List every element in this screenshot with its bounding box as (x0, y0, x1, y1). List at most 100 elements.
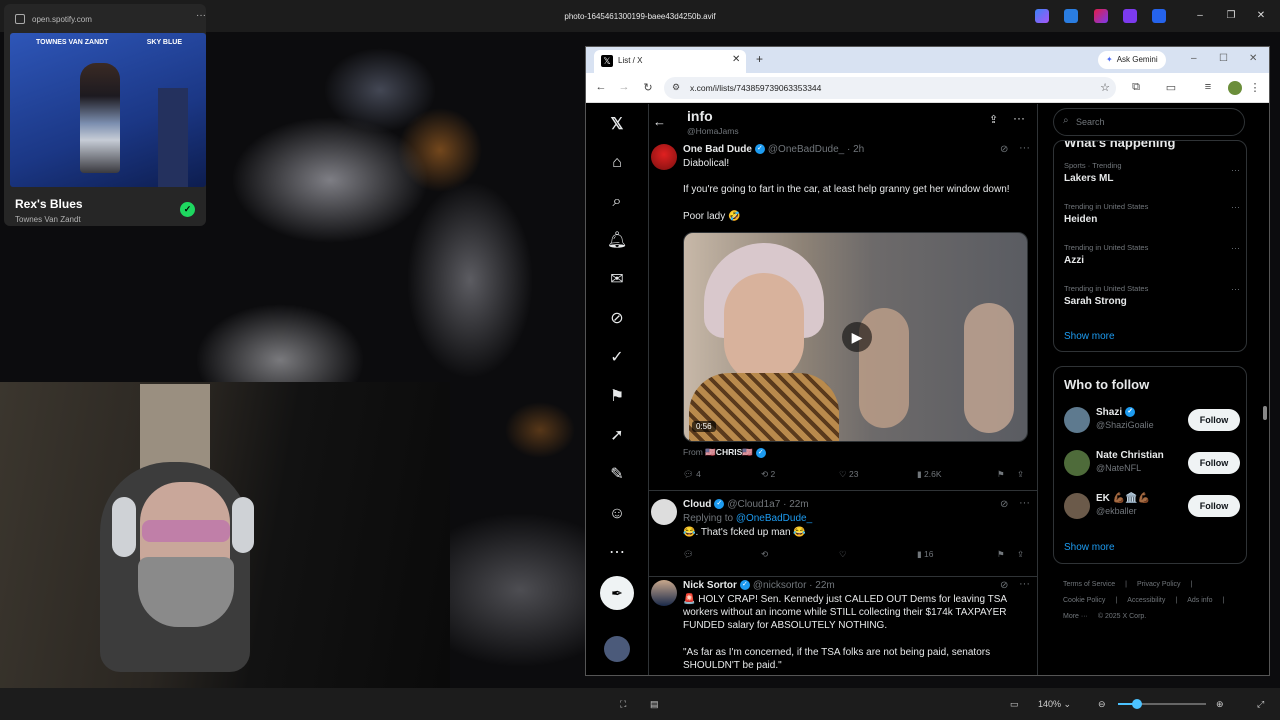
extensions-icon[interactable]: ⧉ (1129, 81, 1143, 94)
zoom-slider[interactable] (1118, 697, 1206, 711)
tweet-video[interactable]: ▶ 0:56 (683, 232, 1028, 442)
zoom-slider-thumb[interactable] (1132, 699, 1143, 709)
fit-icon[interactable]: ▭ (1010, 697, 1019, 711)
tweet-avatar[interactable] (651, 499, 677, 525)
cast-icon[interactable]: ▭ (1164, 81, 1178, 94)
grok-icon[interactable]: ⊘ (1000, 499, 1008, 510)
crop-icon[interactable]: ⛶ (620, 697, 626, 711)
copilot-icon[interactable] (1035, 9, 1049, 23)
articles-icon[interactable]: ✎ (606, 464, 628, 486)
follow-name[interactable]: Nate Christian (1096, 450, 1164, 461)
replying-to-handle[interactable]: @OneBadDude_ (736, 513, 812, 524)
tweet-more-icon[interactable]: ··· (1019, 497, 1030, 509)
footer-link[interactable]: Accessibility (1127, 597, 1165, 604)
tweet-author-name[interactable]: Cloud (683, 499, 711, 510)
new-tab-icon[interactable]: + (756, 52, 763, 66)
grok-icon[interactable]: ⊘ (606, 308, 628, 330)
footer-link[interactable]: Ads info (1187, 597, 1212, 604)
menu-icon[interactable]: ⋮ (1248, 81, 1262, 94)
saved-check-icon[interactable]: ✓ (180, 202, 195, 217)
trend-item[interactable]: Trending in United States Sarah Strong ·… (1064, 284, 1240, 307)
more-icon[interactable]: ··· (1013, 111, 1025, 125)
bookmarks-icon[interactable]: ⚑ (606, 386, 628, 408)
tweet[interactable]: Nick Sortor ✓ @nicksortor · 22m ⊘ ··· 🚨 HO… (649, 578, 1037, 675)
maximize-icon[interactable]: ❐ (1224, 9, 1238, 23)
notifications-icon[interactable]: 🔔︎ (606, 230, 628, 252)
show-more-link[interactable]: Show more (1064, 542, 1115, 553)
track-title[interactable]: Rex's Blues (15, 197, 83, 211)
zoom-level[interactable]: 140% ⌄ (1038, 697, 1071, 711)
cloud-icon[interactable] (1152, 9, 1166, 23)
follow-avatar[interactable] (1064, 407, 1090, 433)
site-settings-icon[interactable] (15, 14, 25, 24)
spotify-miniplayer[interactable]: open.spotify.com ··· TOWNES VAN ZANDT SK… (4, 4, 206, 226)
follow-button[interactable]: Follow (1188, 452, 1240, 474)
trend-more-icon[interactable]: ··· (1231, 243, 1240, 253)
trend-more-icon[interactable]: ··· (1231, 165, 1240, 175)
text-recognize-icon[interactable]: ▤ (650, 697, 659, 711)
url-text[interactable]: x.com/i/lists/743859739063353344 (690, 83, 821, 93)
follow-handle[interactable]: @ekballer (1096, 506, 1137, 516)
explore-icon[interactable]: ⌕ (606, 191, 628, 213)
trend-more-icon[interactable]: ··· (1231, 202, 1240, 212)
track-artist[interactable]: Townes Van Zandt (15, 215, 81, 224)
trend-item[interactable]: Trending in United States Heiden ··· (1064, 202, 1240, 225)
zoom-out-icon[interactable]: ⊖ (1098, 697, 1106, 711)
grok-icon[interactable]: ⊘ (1000, 144, 1008, 155)
profile-icon[interactable]: ☺ (606, 503, 628, 525)
more-icon[interactable]: ··· (196, 10, 206, 21)
ask-gemini-button[interactable]: ✦ Ask Gemini (1098, 51, 1166, 69)
close-icon[interactable]: ✕ (1254, 9, 1268, 23)
tweet-avatar[interactable] (651, 144, 677, 170)
share-icon[interactable]: ⇪ (989, 113, 998, 126)
browser-maximize-icon[interactable]: ☐ (1219, 53, 1228, 64)
follow-button[interactable]: Follow (1188, 495, 1240, 517)
follow-suggestion[interactable]: EK 💪🏾🏛️💪🏾 @ekballer Follow (1064, 491, 1240, 525)
tweet-handle[interactable]: @Cloud1a7 (727, 499, 780, 510)
designer-icon[interactable] (1123, 9, 1137, 23)
tab-list-x[interactable]: 𝕏 List / X ✕ (594, 50, 746, 73)
footer-link[interactable]: More ··· (1063, 613, 1088, 620)
follow-suggestion[interactable]: Shazi ✓ @ShaziGoalie Follow (1064, 405, 1240, 439)
media-icon[interactable]: ≡ (1201, 81, 1215, 93)
follow-suggestion[interactable]: Nate Christian @NateNFL Follow (1064, 448, 1240, 482)
video-source[interactable]: From 🇺🇸CHRIS🇺🇸 ✓ (683, 447, 769, 458)
tweet-time[interactable]: 2h (853, 144, 864, 155)
grok-icon[interactable]: ⊘ (1000, 580, 1008, 591)
reply-button[interactable]: 💬︎ 4 (683, 469, 701, 480)
x-logo-icon[interactable]: 𝕏 (606, 114, 628, 136)
forward-icon[interactable]: → (617, 81, 631, 93)
reload-icon[interactable]: ↻ (641, 81, 655, 94)
follow-name[interactable]: EK 💪🏾🏛️💪🏾 (1096, 493, 1150, 504)
trend-item[interactable]: Trending in United States Azzi ··· (1064, 243, 1240, 266)
tab-close-icon[interactable]: ✕ (732, 54, 740, 65)
tweet-avatar[interactable] (651, 580, 677, 606)
show-more-link[interactable]: Show more (1064, 331, 1115, 342)
views-button[interactable]: ▮ 2.6K (917, 469, 942, 480)
tweet-handle[interactable]: @nicksortor (753, 580, 807, 591)
minimize-icon[interactable]: – (1193, 9, 1207, 23)
home-icon[interactable]: ⌂ (606, 152, 628, 174)
tweet-time[interactable]: 22m (789, 499, 808, 510)
edit-icon[interactable] (1064, 9, 1078, 23)
back-arrow-icon[interactable]: ← (653, 114, 666, 129)
messages-icon[interactable]: ✉ (606, 269, 628, 291)
reply-button[interactable]: 💬︎ (683, 549, 694, 560)
browser-window[interactable]: 𝕏 List / X ✕ + ✦ Ask Gemini – ☐ ✕ ← → ↻ ⚙… (585, 46, 1270, 676)
like-button[interactable]: ♡ (839, 549, 847, 560)
browser-minimize-icon[interactable]: – (1191, 53, 1197, 64)
tweet-time[interactable]: 22m (815, 580, 834, 591)
browser-close-icon[interactable]: ✕ (1249, 53, 1257, 64)
tweet[interactable]: One Bad Dude ✓ @OneBadDude_ · 2h ⊘ ··· Dia… (649, 142, 1037, 491)
account-avatar[interactable] (604, 636, 630, 662)
trend-more-icon[interactable]: ··· (1231, 284, 1240, 294)
back-icon[interactable]: ← (594, 81, 608, 93)
share-icon[interactable]: ⇪ (1017, 469, 1024, 480)
clipchamp-icon[interactable] (1094, 9, 1108, 23)
tweet-more-icon[interactable]: ··· (1019, 142, 1030, 154)
address-bar[interactable]: ⚙ x.com/i/lists/743859739063353344 ☆ (664, 77, 1116, 99)
views-button[interactable]: ▮ 16 (917, 549, 934, 560)
more-circle-icon[interactable]: ⋯ (606, 542, 628, 564)
follow-name[interactable]: Shazi ✓ (1096, 407, 1138, 418)
page-scrollbar[interactable] (1263, 166, 1267, 675)
